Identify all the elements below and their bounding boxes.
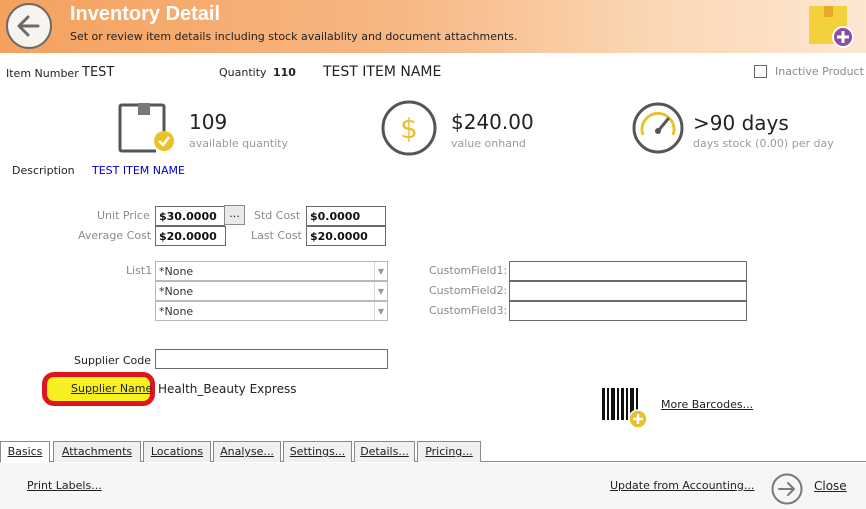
custom-field3-input[interactable] [509, 301, 747, 321]
unit-price-more-button[interactable]: ... [224, 205, 245, 225]
close-link[interactable]: Close [814, 479, 847, 493]
tab-basics-label: Basics [7, 445, 43, 458]
std-cost-field[interactable]: $0.0000 [306, 206, 386, 226]
tab-pricing[interactable]: Pricing... [417, 441, 481, 462]
available-quantity-value: 109 [189, 110, 228, 134]
tab-analyse[interactable]: Analyse... [213, 441, 281, 462]
list3-value: *None [159, 305, 194, 318]
tab-pricing-label: Pricing... [425, 445, 473, 458]
update-from-accounting-link[interactable]: Update from Accounting... [610, 479, 754, 492]
tab-details-label: Details... [360, 445, 409, 458]
days-stock-caption: days stock (0.00) per day [693, 137, 834, 150]
average-cost-field[interactable]: $20.0000 [155, 226, 226, 246]
list2-select[interactable]: *None ▼ [155, 281, 388, 301]
list1-label: List1 [126, 264, 153, 277]
print-labels-link[interactable]: Print Labels... [27, 479, 102, 492]
add-item-icon[interactable] [808, 5, 856, 49]
tab-analyse-label: Analyse... [220, 445, 274, 458]
item-number-value: TEST [82, 65, 115, 80]
chevron-down-icon[interactable]: ▼ [374, 282, 387, 300]
tab-attachments[interactable]: Attachments [53, 441, 141, 462]
tab-settings-label: Settings... [289, 445, 346, 458]
quantity-label: Quantity [219, 66, 267, 79]
chevron-down-icon[interactable]: ▼ [374, 262, 387, 280]
header-bar: Inventory Detail Set or review item deta… [0, 0, 866, 53]
tab-attachments-label: Attachments [61, 445, 133, 458]
inactive-product-checkbox[interactable] [754, 65, 767, 78]
quantity-value: 110 [273, 66, 296, 79]
tab-details[interactable]: Details... [354, 441, 415, 462]
custom-field1-input[interactable] [509, 261, 747, 281]
available-quantity-caption: available quantity [189, 137, 289, 150]
dollar-icon: $ [380, 99, 438, 160]
list1-select[interactable]: *None ▼ [155, 261, 388, 281]
inactive-product-label: Inactive Product [775, 65, 864, 78]
page-title: Inventory Detail [70, 3, 221, 25]
custom-field2-input[interactable] [509, 281, 747, 301]
gauge-icon [631, 101, 685, 158]
list1-value: *None [159, 265, 194, 278]
back-button[interactable] [6, 3, 52, 49]
page-subtitle: Set or review item details including sto… [70, 30, 518, 43]
description-label: Description [12, 164, 75, 177]
tab-settings[interactable]: Settings... [283, 441, 352, 462]
item-number-label: Item Number [6, 67, 79, 80]
barcode-add-icon[interactable] [602, 388, 650, 433]
custom-field2-label: CustomField2: [429, 284, 508, 297]
tab-basics[interactable]: Basics [0, 441, 50, 463]
last-cost-field[interactable]: $20.0000 [306, 226, 386, 246]
custom-field1-label: CustomField1: [429, 264, 508, 277]
std-cost-label: Std Cost [254, 209, 301, 222]
average-cost-label: Average Cost [78, 229, 152, 242]
svg-text:$: $ [400, 112, 418, 145]
chevron-down-icon[interactable]: ▼ [374, 302, 387, 320]
unit-price-field[interactable]: $30.0000 [155, 206, 225, 226]
supplier-code-field[interactable] [155, 349, 388, 369]
days-stock-value: >90 days [693, 111, 789, 135]
unit-price-label: Unit Price [97, 209, 150, 222]
list2-value: *None [159, 285, 194, 298]
box-check-icon [118, 103, 178, 158]
supplier-code-label: Supplier Code [74, 354, 151, 367]
value-onhand-value: $240.00 [451, 110, 534, 134]
supplier-name-value: Health_Beauty Express [158, 382, 297, 396]
value-onhand-caption: value onhand [451, 137, 526, 150]
last-cost-label: Last Cost [251, 229, 302, 242]
tab-locations-label: Locations [150, 445, 204, 458]
supplier-name-link[interactable]: Supplier Name [71, 382, 152, 395]
arrow-right-icon[interactable] [771, 473, 803, 505]
tab-locations[interactable]: Locations [143, 441, 211, 462]
description-value[interactable]: TEST ITEM NAME [92, 164, 185, 177]
list3-select[interactable]: *None ▼ [155, 301, 388, 321]
item-name: TEST ITEM NAME [323, 64, 442, 80]
custom-field3-label: CustomField3: [429, 304, 508, 317]
arrow-left-icon [17, 15, 40, 37]
more-barcodes-link[interactable]: More Barcodes... [661, 398, 753, 411]
